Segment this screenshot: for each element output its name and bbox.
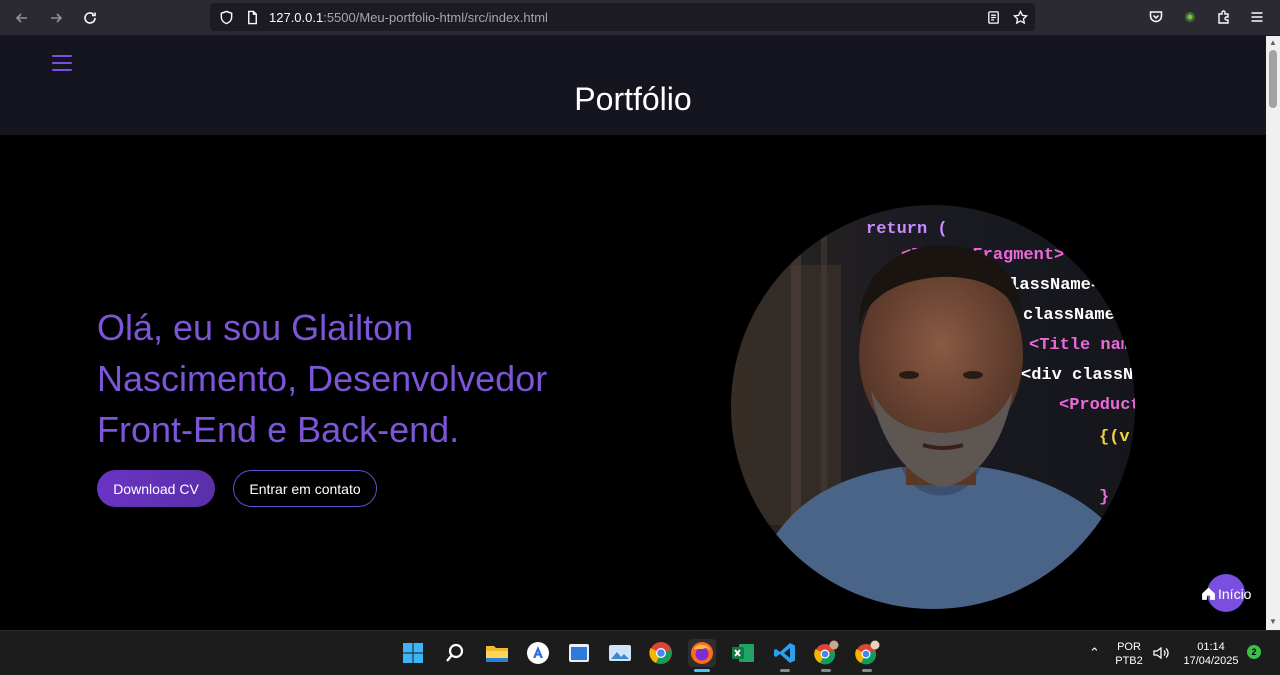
page-title: Portfólio <box>574 81 692 117</box>
home-icon <box>1202 587 1215 600</box>
url-host: 127.0.0.1 <box>269 10 324 25</box>
excel-icon[interactable] <box>729 639 757 667</box>
page-viewport: Portfólio Olá, eu sou Glailton Nasciment… <box>0 36 1266 630</box>
svg-text:<Title nam: <Title nam <box>1029 336 1131 355</box>
chrome-profile-2-icon[interactable] <box>853 639 881 672</box>
vscode-icon[interactable] <box>771 639 799 672</box>
clock-date: 17/04/2025 <box>1183 655 1239 667</box>
reload-icon[interactable] <box>78 6 102 30</box>
download-cv-button[interactable]: Download CV <box>97 470 215 507</box>
file-explorer-icon[interactable] <box>483 639 511 667</box>
bookmark-star-icon[interactable] <box>1012 9 1028 25</box>
reader-view-icon[interactable] <box>985 9 1001 25</box>
windows-taskbar: ⌃ POR PTB2 01:14 17/04/2025 <box>0 630 1280 675</box>
inicio-text: Início <box>1218 585 1252 602</box>
url-path: :5500/Meu-portfolio-html/src/index.html <box>323 10 548 25</box>
hamburger-line <box>52 55 72 57</box>
hamburger-line <box>52 69 72 71</box>
back-arrow-icon[interactable] <box>10 6 34 30</box>
running-app-indicator <box>780 669 790 672</box>
url-text: 127.0.0.1:5500/Meu-portfolio-html/src/in… <box>269 10 548 25</box>
profile-photo: return ( <React.Fragment> className= cla… <box>731 205 1135 609</box>
running-app-indicator <box>862 669 872 672</box>
extensions-puzzle-icon[interactable] <box>1215 8 1233 26</box>
svg-text:<div classN: <div classN <box>1021 366 1133 385</box>
tray-overflow-chevron-icon[interactable]: ⌃ <box>1089 646 1100 660</box>
svg-text:<Product: <Product <box>1059 396 1135 415</box>
svg-text:className: className <box>1023 306 1115 325</box>
extension-icon[interactable] <box>1181 8 1199 26</box>
page-icon[interactable] <box>244 9 260 25</box>
hero-heading: Olá, eu sou Glailton Nascimento, Desenvo… <box>97 307 548 450</box>
running-app-indicator <box>821 669 831 672</box>
input-language[interactable]: POR PTB2 <box>1114 640 1144 668</box>
svg-text:return (: return ( <box>866 220 948 239</box>
active-app-indicator <box>694 669 710 672</box>
scroll-thumb[interactable] <box>1269 50 1277 108</box>
clock-time: 01:14 <box>1197 641 1225 653</box>
photos-icon[interactable] <box>606 639 634 667</box>
volume-icon[interactable] <box>1152 645 1170 665</box>
url-bar[interactable]: 127.0.0.1:5500/Meu-portfolio-html/src/in… <box>210 3 1035 31</box>
scroll-down-icon[interactable]: ▼ <box>1269 618 1277 626</box>
shield-icon[interactable] <box>218 9 234 25</box>
search-icon[interactable] <box>441 639 469 667</box>
browser-toolbar: 127.0.0.1:5500/Meu-portfolio-html/src/in… <box>0 0 1280 36</box>
forward-arrow-icon[interactable] <box>44 6 68 30</box>
menu-icon[interactable] <box>1248 8 1266 26</box>
firefox-icon[interactable] <box>688 639 716 672</box>
notification-badge[interactable]: 2 <box>1247 645 1261 659</box>
keyboard-layout: PTB2 <box>1115 655 1143 667</box>
chrome-profile-1-icon[interactable] <box>812 639 840 672</box>
hamburger-line <box>52 62 72 64</box>
hamburger-menu-icon[interactable] <box>52 55 72 73</box>
scroll-up-icon[interactable]: ▲ <box>1269 39 1277 47</box>
chrome-icon[interactable] <box>647 639 675 667</box>
inicio-label[interactable]: Início <box>1200 585 1251 602</box>
windows-start-icon[interactable] <box>399 639 427 667</box>
pocket-icon[interactable] <box>1147 8 1165 26</box>
clock[interactable]: 01:14 17/04/2025 <box>1178 640 1244 668</box>
svg-text:{(v: {(v <box>1099 428 1130 447</box>
app-window-icon[interactable] <box>565 639 593 667</box>
language-code: POR <box>1117 641 1141 653</box>
app-store-icon[interactable] <box>524 639 552 667</box>
page-scrollbar[interactable]: ▲ ▼ <box>1266 36 1280 630</box>
site-header: Portfólio <box>0 36 1266 135</box>
svg-text:}: } <box>1099 488 1109 507</box>
contact-button[interactable]: Entrar em contato <box>233 470 377 507</box>
